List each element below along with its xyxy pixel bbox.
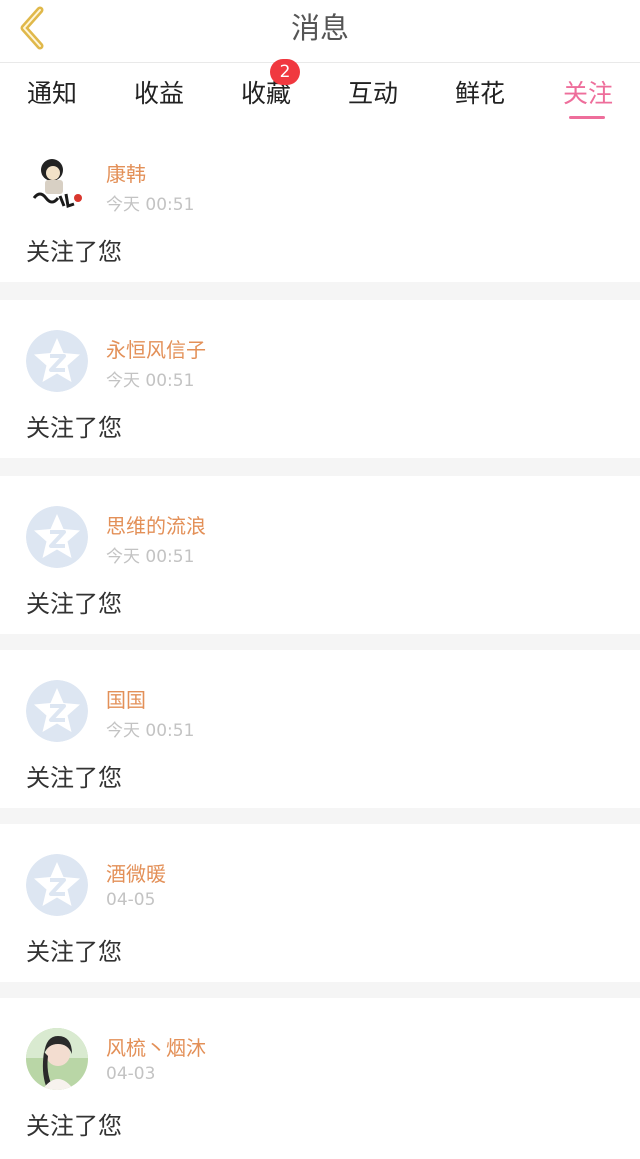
avatar[interactable] [26, 154, 88, 216]
tab-bar: 通知 收益 收藏 2 互动 鲜花 关注 [0, 59, 640, 125]
tab-label: 互动 [347, 79, 398, 108]
list-item[interactable]: 酒微暖 04-05 关注了您 [0, 824, 640, 982]
username[interactable]: 风梳丶烟沐 [106, 1032, 206, 1061]
tab-following[interactable]: 关注 [538, 63, 638, 125]
list-item[interactable]: 康韩 今天 00:51 关注了您 [0, 124, 640, 282]
username[interactable]: 思维的流浪 [106, 510, 206, 539]
header: 消息 [0, 0, 640, 62]
default-star-avatar-icon [26, 854, 88, 916]
username[interactable]: 康韩 [106, 158, 146, 187]
avatar[interactable] [26, 1028, 88, 1090]
timestamp: 04-03 [106, 1064, 156, 1084]
tab-interactions[interactable]: 互动 [323, 63, 423, 125]
timestamp: 今天 00:51 [106, 721, 195, 741]
avatar[interactable] [26, 854, 88, 916]
message-text: 关注了您 [26, 1112, 122, 1140]
cartoon-avatar-icon [26, 154, 88, 216]
tab-earnings[interactable]: 收益 [109, 63, 209, 125]
tab-label: 通知 [26, 79, 77, 108]
timestamp: 今天 00:51 [106, 547, 195, 567]
message-text: 关注了您 [26, 414, 122, 442]
tab-label: 收益 [133, 79, 184, 108]
timestamp: 04-05 [106, 890, 156, 910]
message-text: 关注了您 [26, 938, 122, 966]
username[interactable]: 永恒风信子 [106, 334, 206, 363]
timestamp: 今天 00:51 [106, 195, 195, 215]
default-star-avatar-icon [26, 330, 88, 392]
message-text: 关注了您 [26, 238, 122, 266]
tab-label: 关注 [562, 79, 613, 108]
tab-favorites[interactable]: 收藏 2 [216, 59, 316, 125]
page-title: 消息 [290, 11, 349, 45]
timestamp: 今天 00:51 [106, 371, 195, 391]
tab-label: 鲜花 [454, 79, 505, 108]
tab-flowers[interactable]: 鲜花 [430, 63, 530, 125]
list-item[interactable]: 永恒风信子 今天 00:51 关注了您 [0, 300, 640, 458]
active-tab-indicator [569, 116, 605, 119]
tab-notice[interactable]: 通知 [2, 63, 102, 125]
username[interactable]: 国国 [106, 684, 146, 713]
default-star-avatar-icon [26, 506, 88, 568]
photo-avatar-icon [26, 1028, 88, 1090]
username[interactable]: 酒微暖 [106, 858, 166, 887]
avatar[interactable] [26, 680, 88, 742]
message-text: 关注了您 [26, 764, 122, 792]
list-item[interactable]: 风梳丶烟沐 04-03 关注了您 [0, 998, 640, 1159]
message-text: 关注了您 [26, 590, 122, 618]
list-item[interactable]: 国国 今天 00:51 关注了您 [0, 650, 640, 808]
avatar[interactable] [26, 506, 88, 568]
list-item[interactable]: 思维的流浪 今天 00:51 关注了您 [0, 476, 640, 634]
default-star-avatar-icon [26, 680, 88, 742]
unread-badge: 2 [270, 59, 300, 85]
avatar[interactable] [26, 330, 88, 392]
